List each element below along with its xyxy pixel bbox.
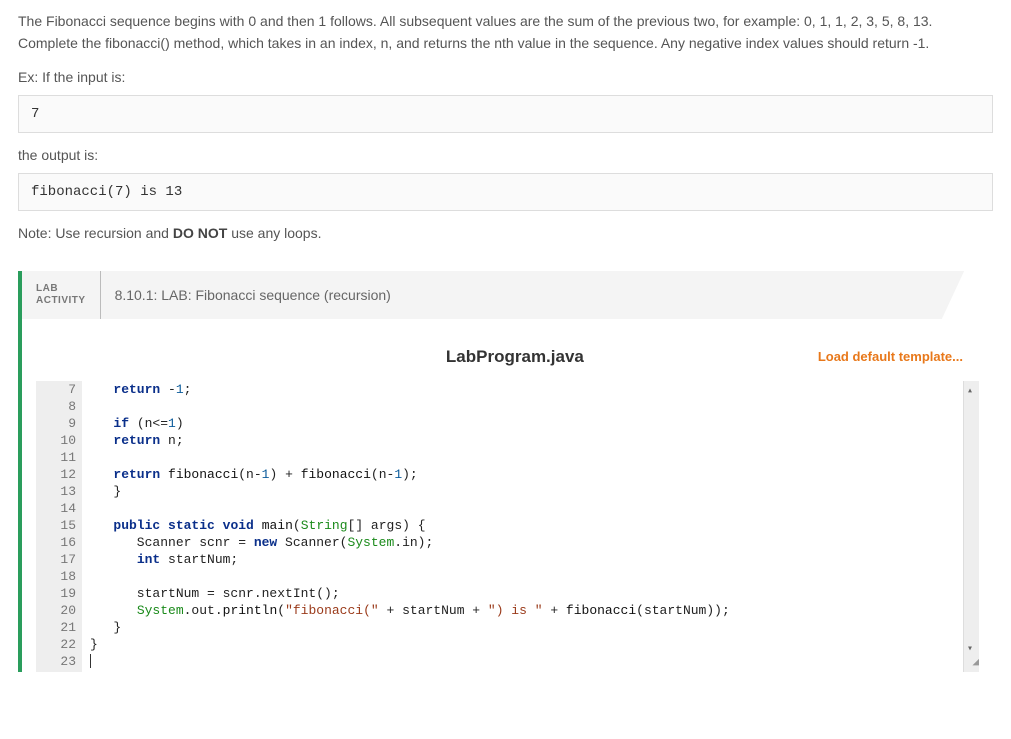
text-cursor bbox=[90, 654, 91, 668]
resize-grip-icon[interactable]: ◢ bbox=[972, 655, 979, 672]
output-example-box: fibonacci(7) is 13 bbox=[18, 173, 993, 211]
code-line[interactable]: } bbox=[90, 636, 979, 653]
editor-filename: LabProgram.java bbox=[212, 347, 818, 367]
editor-toolbar: LabProgram.java Load default template... bbox=[36, 337, 979, 381]
problem-description: The Fibonacci sequence begins with 0 and… bbox=[18, 10, 993, 55]
lab-title: 8.10.1: LAB: Fibonacci sequence (recursi… bbox=[101, 271, 405, 319]
code-line[interactable]: if (n<=1) bbox=[90, 415, 979, 432]
lab-tab-line2: ACTIVITY bbox=[36, 295, 86, 307]
code-line[interactable] bbox=[90, 500, 979, 517]
lab-tab-line1: LAB bbox=[36, 283, 86, 295]
line-number: 10 bbox=[36, 432, 76, 449]
code-line[interactable]: } bbox=[90, 483, 979, 500]
code-line[interactable]: Scanner scnr = new Scanner(System.in); bbox=[90, 534, 979, 551]
note-suffix: use any loops. bbox=[227, 225, 321, 241]
code-line[interactable] bbox=[90, 449, 979, 466]
note-bold: DO NOT bbox=[173, 225, 227, 241]
line-number: 7 bbox=[36, 381, 76, 398]
code-line[interactable] bbox=[90, 653, 979, 670]
line-number: 11 bbox=[36, 449, 76, 466]
vertical-scrollbar[interactable]: ▴ ▾ ◢ bbox=[963, 381, 979, 672]
line-number: 14 bbox=[36, 500, 76, 517]
scroll-up-icon[interactable]: ▴ bbox=[967, 383, 973, 400]
load-default-template-link[interactable]: Load default template... bbox=[818, 349, 963, 364]
lab-header: LAB ACTIVITY 8.10.1: LAB: Fibonacci sequ… bbox=[22, 271, 993, 319]
line-number: 19 bbox=[36, 585, 76, 602]
line-number: 8 bbox=[36, 398, 76, 415]
lab-tab: LAB ACTIVITY bbox=[22, 271, 101, 319]
code-line[interactable]: startNum = scnr.nextInt(); bbox=[90, 585, 979, 602]
input-label: Ex: If the input is: bbox=[18, 69, 993, 85]
code-line[interactable]: int startNum; bbox=[90, 551, 979, 568]
code-line[interactable]: return -1; bbox=[90, 381, 979, 398]
note-text: Note: Use recursion and DO NOT use any l… bbox=[18, 225, 993, 241]
line-number: 23 bbox=[36, 653, 76, 670]
line-number: 15 bbox=[36, 517, 76, 534]
note-prefix: Note: Use recursion and bbox=[18, 225, 173, 241]
line-number: 13 bbox=[36, 483, 76, 500]
line-number: 9 bbox=[36, 415, 76, 432]
code-line[interactable]: } bbox=[90, 619, 979, 636]
line-number: 18 bbox=[36, 568, 76, 585]
lab-activity-block: LAB ACTIVITY 8.10.1: LAB: Fibonacci sequ… bbox=[18, 271, 993, 672]
line-number: 22 bbox=[36, 636, 76, 653]
line-number: 17 bbox=[36, 551, 76, 568]
line-number: 16 bbox=[36, 534, 76, 551]
input-example-box: 7 bbox=[18, 95, 993, 133]
code-editor[interactable]: 7891011121314151617181920212223 return -… bbox=[36, 381, 979, 672]
line-number: 21 bbox=[36, 619, 76, 636]
code-line[interactable]: public static void main(String[] args) { bbox=[90, 517, 979, 534]
code-line[interactable] bbox=[90, 568, 979, 585]
code-lines[interactable]: return -1; if (n<=1) return n; return fi… bbox=[82, 381, 979, 670]
code-line[interactable]: return fibonacci(n-1) + fibonacci(n-1); bbox=[90, 466, 979, 483]
editor-panel: LabProgram.java Load default template...… bbox=[22, 319, 993, 672]
code-line[interactable]: System.out.println("fibonacci(" + startN… bbox=[90, 602, 979, 619]
code-line[interactable]: return n; bbox=[90, 432, 979, 449]
line-number: 12 bbox=[36, 466, 76, 483]
line-number-gutter: 7891011121314151617181920212223 bbox=[36, 381, 82, 672]
line-number: 20 bbox=[36, 602, 76, 619]
output-label: the output is: bbox=[18, 147, 993, 163]
code-line[interactable] bbox=[90, 398, 979, 415]
